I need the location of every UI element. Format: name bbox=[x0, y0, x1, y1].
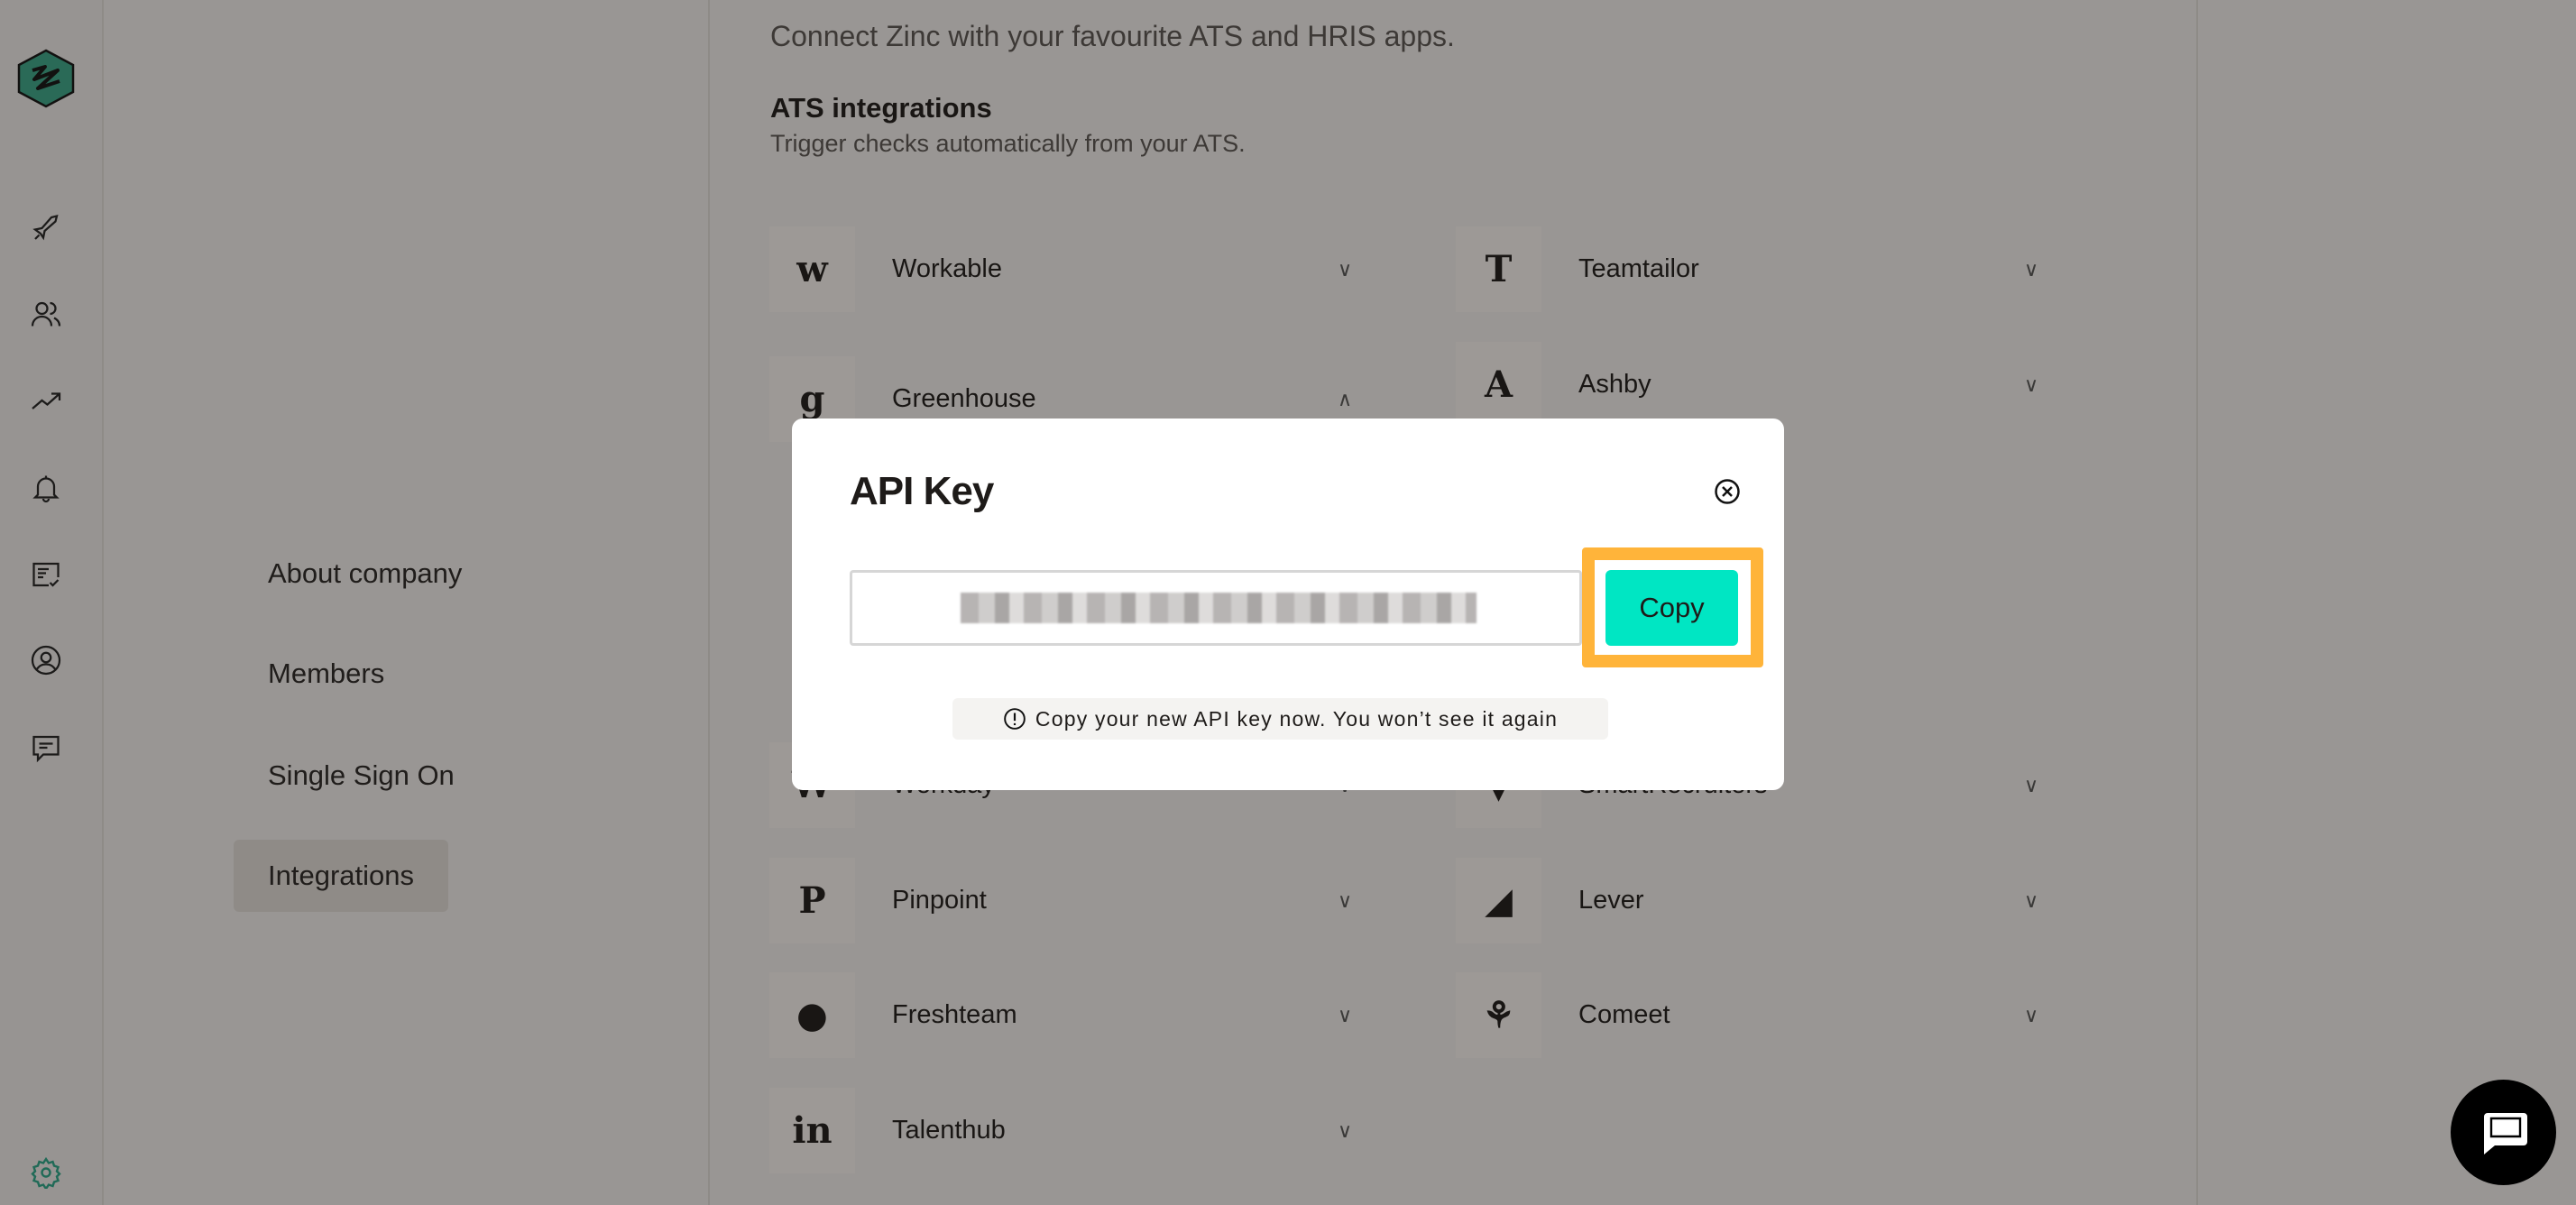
api-key-notice: Copy your new API key now. You won’t see… bbox=[952, 698, 1608, 740]
notice-text: Copy your new API key now. You won’t see… bbox=[1035, 706, 1559, 731]
close-icon[interactable] bbox=[1714, 478, 1741, 505]
modal-title: API Key bbox=[850, 469, 994, 513]
api-key-field[interactable] bbox=[850, 570, 1582, 646]
chat-launcher-button[interactable] bbox=[2451, 1080, 2556, 1185]
copy-button[interactable]: Copy bbox=[1605, 570, 1738, 646]
redacted-api-key bbox=[961, 593, 1477, 623]
api-key-modal: API Key Copy Copy your new API key now. … bbox=[792, 419, 1784, 790]
chat-icon bbox=[2483, 1112, 2527, 1154]
alert-circle-icon bbox=[1004, 708, 1026, 730]
